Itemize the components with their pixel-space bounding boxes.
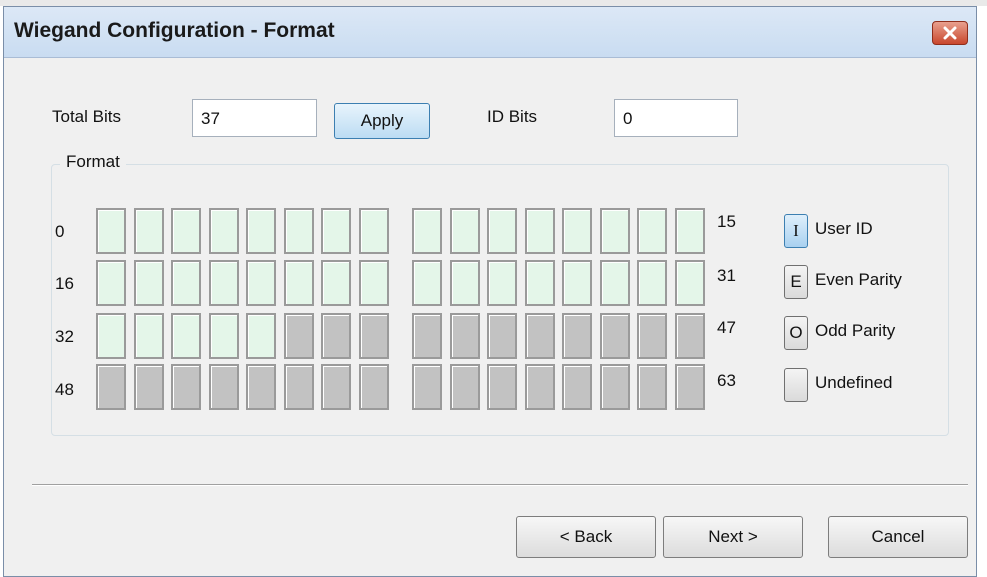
bit-cell[interactable] xyxy=(450,260,480,306)
close-button[interactable] xyxy=(932,21,968,45)
bit-cell[interactable] xyxy=(412,364,442,410)
bit-cell[interactable] xyxy=(525,208,555,254)
legend-label: Odd Parity xyxy=(815,321,896,340)
total-bits-input[interactable]: 37 xyxy=(192,99,317,137)
bit-cell[interactable] xyxy=(359,260,389,306)
legend-label: User ID xyxy=(815,219,873,238)
bit-cell[interactable] xyxy=(134,260,164,306)
bit-cell[interactable] xyxy=(600,260,630,306)
bit-cell[interactable] xyxy=(487,260,517,306)
bit-cell[interactable] xyxy=(96,313,126,359)
id-bits-label: ID Bits xyxy=(487,107,538,126)
bit-cell[interactable] xyxy=(321,313,351,359)
bit-cell[interactable] xyxy=(525,364,555,410)
bit-cell[interactable] xyxy=(284,364,314,410)
bit-cell[interactable] xyxy=(246,313,276,359)
bit-cell[interactable] xyxy=(96,260,126,306)
bit-cell[interactable] xyxy=(209,260,239,306)
bit-cell[interactable] xyxy=(675,208,705,254)
bit-cell[interactable] xyxy=(600,208,630,254)
apply-button[interactable]: Apply xyxy=(334,103,430,139)
cancel-button[interactable]: Cancel xyxy=(828,516,968,558)
row-start-label: 16 xyxy=(55,274,74,293)
bit-cell[interactable] xyxy=(321,208,351,254)
legend-label: Even Parity xyxy=(815,270,902,289)
bit-cell[interactable] xyxy=(450,313,480,359)
legend-key[interactable]: I xyxy=(784,214,808,248)
dialog-title: Wiegand Configuration - Format xyxy=(14,19,335,42)
bit-cell[interactable] xyxy=(134,208,164,254)
bit-cell[interactable] xyxy=(487,208,517,254)
total-bits-label: Total Bits xyxy=(52,107,121,126)
bit-cell[interactable] xyxy=(171,260,201,306)
footer-divider xyxy=(32,484,968,486)
bit-cell[interactable] xyxy=(96,364,126,410)
bit-cell[interactable] xyxy=(321,364,351,410)
row-start-label: 32 xyxy=(55,327,74,346)
bit-cell[interactable] xyxy=(487,364,517,410)
bit-cell[interactable] xyxy=(637,208,667,254)
bit-cell[interactable] xyxy=(134,313,164,359)
bit-cell[interactable] xyxy=(359,313,389,359)
bit-cell[interactable] xyxy=(246,260,276,306)
back-button[interactable]: < Back xyxy=(516,516,656,558)
bit-cell[interactable] xyxy=(450,208,480,254)
bit-cell[interactable] xyxy=(284,260,314,306)
title-bar[interactable]: Wiegand Configuration - Format xyxy=(4,7,976,58)
bit-cell[interactable] xyxy=(96,208,126,254)
row-start-label: 48 xyxy=(55,380,74,399)
bit-cell[interactable] xyxy=(562,364,592,410)
bit-cell[interactable] xyxy=(637,260,667,306)
bit-cell[interactable] xyxy=(359,208,389,254)
bit-cell[interactable] xyxy=(209,208,239,254)
bit-cell[interactable] xyxy=(412,260,442,306)
row-end-label: 63 xyxy=(717,371,736,390)
bit-cell[interactable] xyxy=(209,313,239,359)
bit-cell[interactable] xyxy=(412,208,442,254)
row-end-label: 31 xyxy=(717,266,736,285)
bit-cell[interactable] xyxy=(246,208,276,254)
row-end-label: 47 xyxy=(717,318,736,337)
legend-label: Undefined xyxy=(815,373,893,392)
next-button[interactable]: Next > xyxy=(663,516,803,558)
bit-cell[interactable] xyxy=(284,313,314,359)
row-end-label: 15 xyxy=(717,212,736,231)
legend-key[interactable]: O xyxy=(784,316,808,350)
bit-cell[interactable] xyxy=(675,313,705,359)
bit-cell[interactable] xyxy=(525,260,555,306)
bit-cell[interactable] xyxy=(171,208,201,254)
bit-cell[interactable] xyxy=(637,364,667,410)
bit-cell[interactable] xyxy=(284,208,314,254)
bit-cell[interactable] xyxy=(600,313,630,359)
bit-cell[interactable] xyxy=(675,260,705,306)
bit-cell[interactable] xyxy=(675,364,705,410)
legend-key[interactable] xyxy=(784,368,808,402)
bit-cell[interactable] xyxy=(450,364,480,410)
bit-cell[interactable] xyxy=(209,364,239,410)
bit-cell[interactable] xyxy=(600,364,630,410)
bit-cell[interactable] xyxy=(171,313,201,359)
bit-cell[interactable] xyxy=(562,313,592,359)
bit-cell[interactable] xyxy=(246,364,276,410)
bit-cell[interactable] xyxy=(134,364,164,410)
bit-cell[interactable] xyxy=(359,364,389,410)
format-group-label: Format xyxy=(60,152,126,172)
id-bits-input[interactable]: 0 xyxy=(614,99,738,137)
bit-cell[interactable] xyxy=(171,364,201,410)
bit-cell[interactable] xyxy=(321,260,351,306)
bit-cell[interactable] xyxy=(562,260,592,306)
row-start-label: 0 xyxy=(55,222,65,241)
bit-cell[interactable] xyxy=(525,313,555,359)
close-icon xyxy=(943,26,957,40)
bit-cell[interactable] xyxy=(487,313,517,359)
bit-cell[interactable] xyxy=(412,313,442,359)
bit-cell[interactable] xyxy=(562,208,592,254)
legend-key[interactable]: E xyxy=(784,265,808,299)
bit-cell[interactable] xyxy=(637,313,667,359)
